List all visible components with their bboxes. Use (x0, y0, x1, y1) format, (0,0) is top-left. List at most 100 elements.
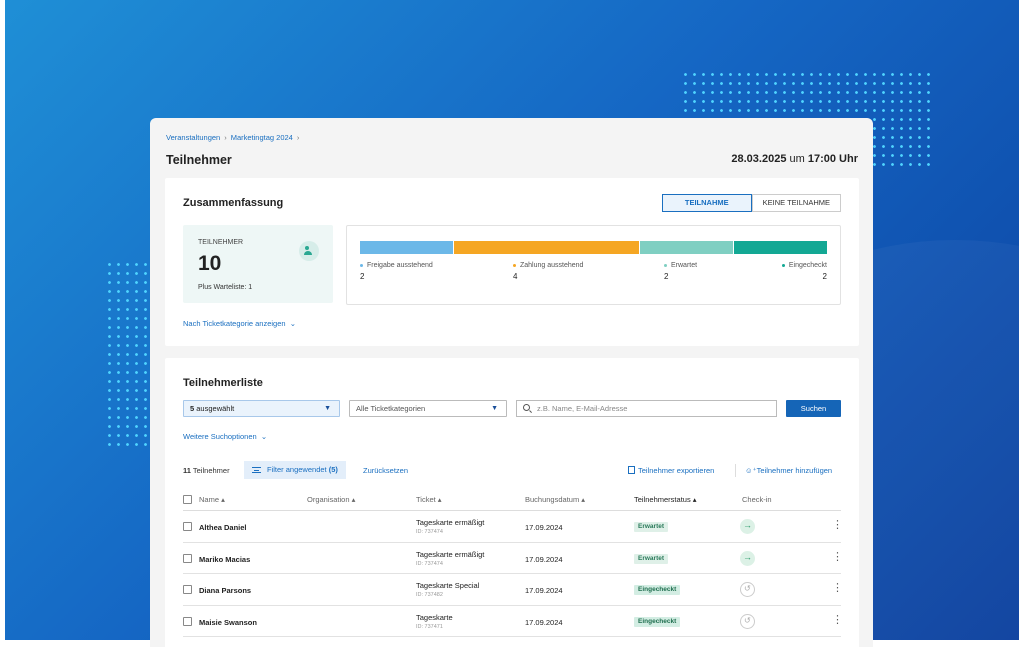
stat-label: TEILNEHMER (198, 239, 244, 246)
participant-count: 11 Teilnehmer (183, 466, 230, 475)
status-bar-segment (360, 241, 453, 254)
export-icon (628, 466, 635, 474)
status-badge: Eingecheckt (634, 585, 681, 595)
ticket-id: ID: 737474 (416, 529, 443, 535)
undo-check-in-icon[interactable] (740, 613, 755, 629)
toggle-participation[interactable]: TEILNAHME (661, 194, 752, 212)
event-date-time: 17:00 Uhr (807, 153, 858, 165)
status-breakdown: Freigabe ausstehend 2 Zahlung ausstehend 4 E… (346, 225, 841, 305)
legend-count: 2 (360, 272, 365, 281)
col-participant-status[interactable]: Teilnehmerstatus ▴ (634, 495, 697, 504)
breadcrumb: Veranstaltungen › Marketingtag 2024 › (166, 133, 299, 142)
check-in-icon[interactable] (740, 519, 755, 534)
table-header: Name ▴ Organisation ▴ Ticket ▴ Buchungsd… (183, 488, 841, 511)
participant-count-number: 11 (183, 466, 191, 475)
participant-name[interactable]: Maisie Swanson (199, 618, 257, 627)
chevron-down-icon: ⌄ (287, 319, 297, 328)
status-bar-segment (734, 241, 827, 254)
add-participant-button[interactable]: ☺⁺Teilnehmer hinzufügen (745, 466, 832, 475)
more-options-icon[interactable] (832, 581, 843, 595)
stat-value: 10 (198, 252, 222, 275)
status-select-label: ausgewählt (196, 404, 235, 413)
filter-chip-count: (5) (328, 465, 338, 474)
people-icon (299, 241, 319, 261)
status-badge: Erwartet (634, 553, 669, 564)
status-legend-item: Zahlung ausstehend 4 (513, 262, 583, 281)
col-organisation[interactable]: Organisation ▴ (307, 495, 355, 504)
status-legend: Freigabe ausstehend 2 Zahlung ausstehend 4 E… (360, 262, 827, 292)
legend-count: 2 (822, 272, 827, 281)
breadcrumb-event[interactable]: Marketingtag 2024 (231, 133, 293, 142)
col-ticket[interactable]: Ticket ▴ (416, 495, 442, 504)
caret-down-icon: ▼ (491, 405, 498, 412)
more-search-options-link[interactable]: Weitere Suchoptionen ⌄ (183, 432, 267, 441)
reset-filters-link[interactable]: Zurücksetzen (363, 466, 408, 475)
add-label: Teilnehmer hinzufügen (756, 466, 833, 475)
more-options-icon[interactable] (832, 550, 843, 564)
legend-dot (781, 263, 785, 267)
col-booking-date[interactable]: Buchungsdatum ▴ (525, 495, 585, 504)
ticket-name: Tageskarte ermäßigt ID: 737474 (416, 549, 485, 567)
event-date-day: 28.03.2025 (731, 153, 787, 165)
toolbar-divider (735, 464, 736, 477)
summary-title: Zusammenfassung (183, 197, 284, 209)
check-in-icon[interactable] (740, 550, 755, 566)
undo-check-in-icon[interactable] (740, 582, 755, 597)
status-bar-segment (453, 241, 640, 254)
status-select[interactable]: 5 ausgewählt ▼ (183, 400, 340, 417)
col-check-in: Check-in (742, 495, 772, 504)
event-date: 28.03.2025 um 17:00 Uhr (731, 153, 858, 165)
row-checkbox[interactable] (183, 616, 192, 626)
row-checkbox[interactable] (183, 585, 192, 594)
event-date-sep: um (789, 153, 805, 165)
table-row[interactable]: Althea Daniel Tageskarte ermäßigt ID: 7374… (183, 511, 843, 543)
legend-label: Erwartet (671, 262, 698, 269)
search-input[interactable]: z.B. Name, E-Mail-Adresse (516, 400, 777, 417)
chevron-down-icon: ⌄ (258, 432, 268, 441)
row-checkbox[interactable] (183, 522, 192, 531)
table-row[interactable]: Diana Parsons Tageskarte Special ID: 73748… (183, 574, 843, 606)
status-legend-item: Eingecheckt 2 (781, 262, 827, 281)
participant-name[interactable]: Althea Daniel (199, 523, 247, 532)
more-options-icon[interactable] (832, 613, 843, 627)
participant-table: Name ▴ Organisation ▴ Ticket ▴ Buchungsd… (183, 488, 843, 637)
participant-list-panel: Teilnehmerliste 5 ausgewählt ▼ Alle Tick… (165, 358, 859, 647)
breadcrumb-events[interactable]: Veranstaltungen (166, 133, 220, 142)
caret-down-icon: ▼ (324, 405, 331, 412)
filter-applied-chip[interactable]: Filter angewendet (5) (244, 461, 346, 479)
table-row[interactable]: Mariko Macias Tageskarte ermäßigt ID: 7374… (183, 543, 843, 574)
legend-dot (360, 263, 363, 267)
export-participants-button[interactable]: Teilnehmer exportieren (628, 466, 714, 475)
ticket-name: Tageskarte ID: 737471 (416, 612, 453, 630)
legend-count: 2 (664, 272, 669, 281)
legend-dot (513, 263, 516, 267)
row-checkbox[interactable] (183, 553, 192, 563)
participant-stat-card: TEILNEHMER 10 Plus Warteliste: 1 (183, 225, 333, 303)
add-user-icon: ☺⁺ (745, 466, 757, 475)
ticket-category-select[interactable]: Alle Ticketkategorien ▼ (349, 400, 507, 417)
col-name[interactable]: Name ▴ (199, 495, 225, 504)
legend-count: 4 (513, 272, 518, 281)
filter-chip-label: Filter angewendet (267, 465, 327, 474)
booking-date: 17.09.2024 (525, 554, 563, 564)
decorative-dots (105, 260, 153, 450)
status-bar-segment (640, 241, 734, 254)
list-toolbar: 11 Teilnehmer Filter angewendet (5) Zurü… (183, 461, 841, 479)
toggle-no-participation[interactable]: KEINE TEILNAHME (751, 194, 841, 212)
ticket-category-link[interactable]: Nach Ticketkategorie anzeigen ⌄ (183, 319, 296, 328)
status-legend-item: Freigabe ausstehend 2 (360, 262, 433, 281)
search-button[interactable]: Suchen (786, 400, 841, 417)
list-title: Teilnehmerliste (183, 377, 263, 389)
status-badge: Erwartet (634, 522, 669, 532)
select-all-checkbox[interactable] (183, 495, 192, 504)
participant-name[interactable]: Mariko Macias (199, 555, 250, 564)
more-options-icon[interactable] (832, 518, 843, 532)
status-badge: Eingecheckt (634, 616, 681, 627)
export-label: Teilnehmer exportieren (638, 466, 715, 475)
booking-date: 17.09.2024 (525, 586, 563, 595)
app-window: Veranstaltungen › Marketingtag 2024 › Te… (150, 118, 873, 647)
search-placeholder: z.B. Name, E-Mail-Adresse (537, 404, 628, 413)
page-title: Teilnehmer (166, 153, 232, 167)
table-row[interactable]: Maisie Swanson Tageskarte ID: 737471 17.09.… (183, 606, 843, 637)
participant-name[interactable]: Diana Parsons (199, 586, 251, 595)
